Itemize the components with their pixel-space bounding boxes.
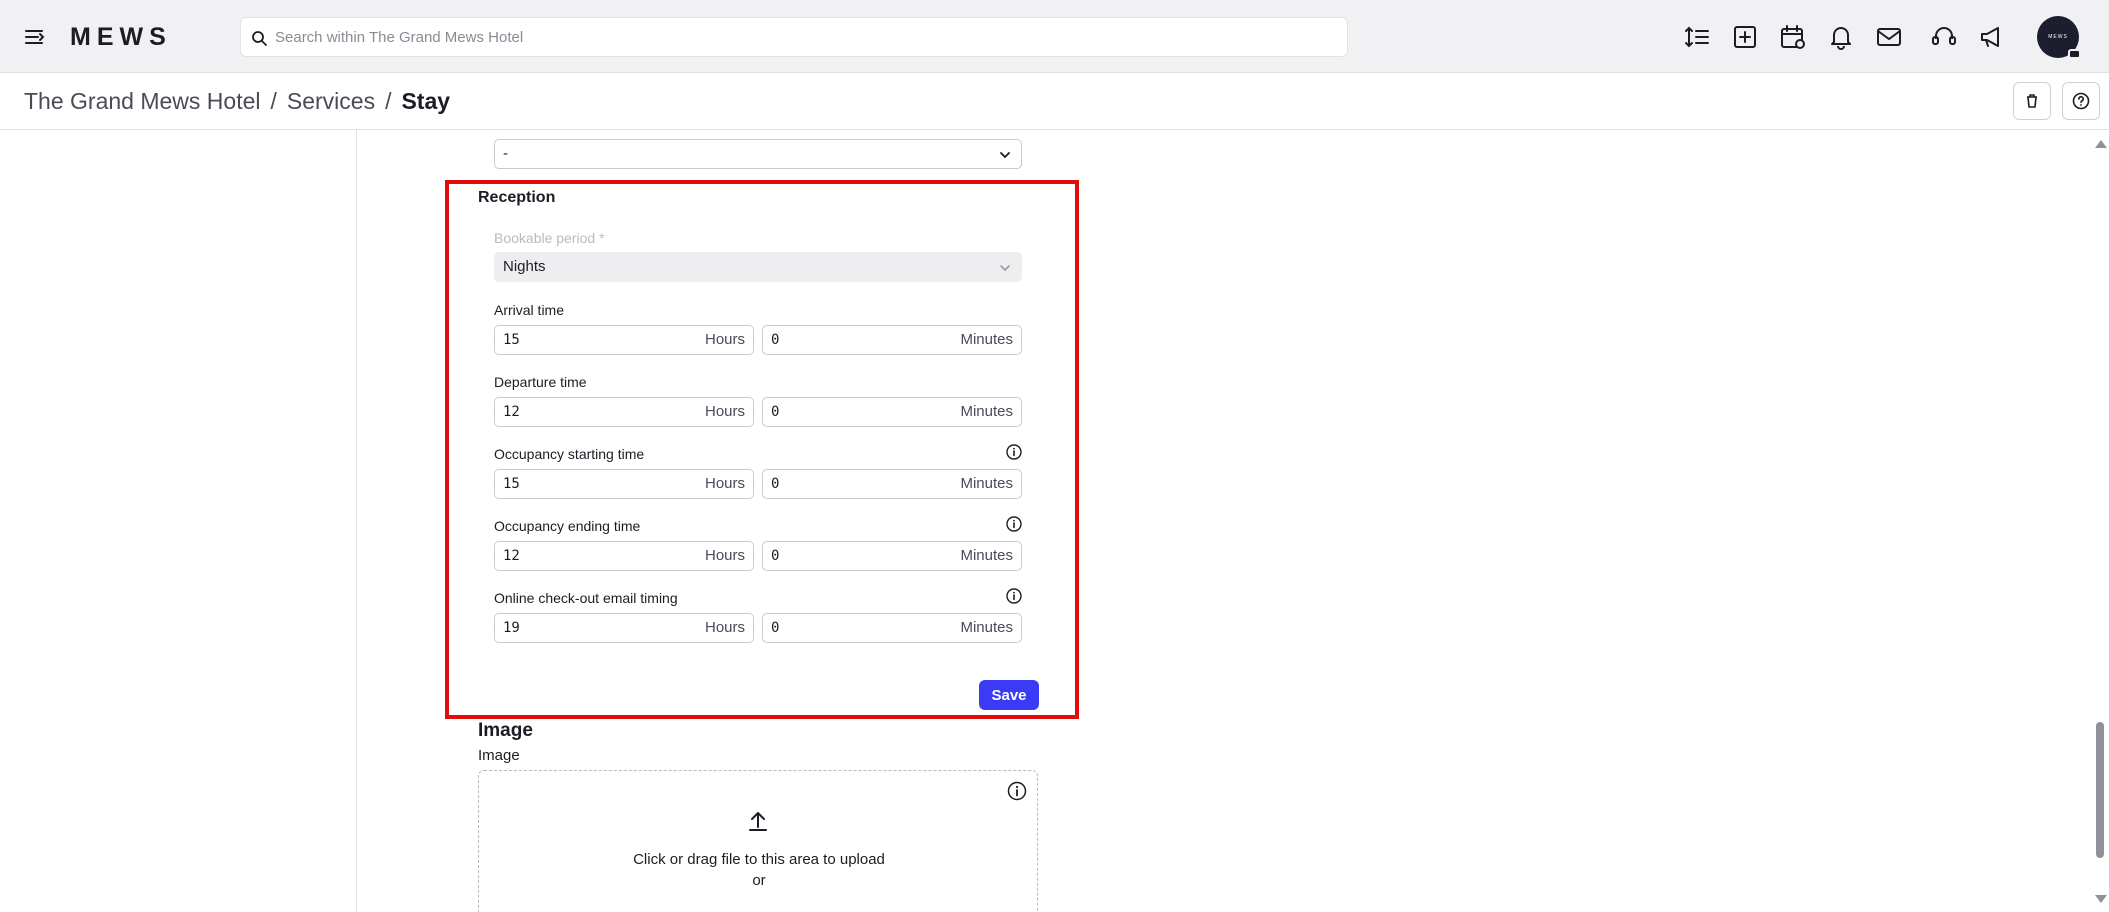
minutes-unit: Minutes (960, 403, 1013, 420)
hours-unit: Hours (704, 403, 745, 420)
checkout-email-minutes-input[interactable] (771, 614, 951, 642)
hours-unit: Hours (704, 331, 745, 348)
checkout-email-minutes-field[interactable]: Minutes (762, 613, 1022, 643)
arrival-hours-input[interactable] (503, 326, 683, 354)
breadcrumb: The Grand Mews Hotel / Services / Stay (24, 87, 450, 115)
user-avatar[interactable]: MEWS (2037, 16, 2081, 59)
dropzone-text: Click or drag file to this area to uploa… (633, 851, 885, 868)
arrival-hours-field[interactable]: Hours (494, 325, 754, 355)
occupancy-end-hours-input[interactable] (503, 542, 683, 570)
save-button[interactable]: Save (979, 680, 1039, 710)
info-icon[interactable] (1007, 781, 1027, 801)
arrival-time-label: Arrival time (494, 302, 565, 318)
image-field-label: Image (478, 747, 520, 764)
megaphone-icon[interactable] (1978, 23, 2006, 51)
search-input[interactable] (275, 18, 1335, 56)
main-content: - Reception Bookable period * Nights Arr… (0, 130, 2109, 912)
bookable-period-select: Nights (494, 252, 1022, 282)
add-icon[interactable] (1731, 23, 1759, 51)
departure-hours-input[interactable] (503, 398, 683, 426)
dropzone-or-text: or (752, 872, 766, 889)
upload-icon (749, 812, 767, 831)
departure-minutes-input[interactable] (771, 398, 951, 426)
minutes-unit: Minutes (960, 475, 1013, 492)
status-dot (2068, 49, 2081, 59)
occupancy-start-hours-input[interactable] (503, 470, 683, 498)
left-panel (0, 130, 357, 912)
avatar-text: MEWS (2048, 34, 2068, 40)
occupancy-end-hours-field[interactable]: Hours (494, 541, 754, 571)
arrival-minutes-input[interactable] (771, 326, 951, 354)
category-select-value: - (503, 145, 508, 162)
info-icon[interactable] (1006, 588, 1022, 604)
line-height-icon[interactable] (1683, 23, 1711, 51)
menu-icon[interactable] (24, 26, 46, 48)
trash-icon (2027, 94, 2037, 108)
scroll-thumb[interactable] (2096, 722, 2104, 858)
search-icon (252, 31, 267, 46)
hours-unit: Hours (704, 547, 745, 564)
reception-title: Reception (478, 189, 556, 206)
page-title: Stay (401, 88, 451, 114)
help-icon (2072, 92, 2090, 110)
search-bar[interactable] (240, 17, 1348, 57)
breadcrumb-hotel[interactable]: The Grand Mews Hotel (24, 88, 260, 114)
scroll-up-arrow[interactable] (2095, 140, 2107, 148)
info-icon[interactable] (1006, 444, 1022, 460)
bell-icon[interactable] (1827, 23, 1855, 51)
scroll-down-arrow[interactable] (2095, 895, 2107, 903)
occupancy-start-label: Occupancy starting time (494, 446, 645, 462)
chevron-down-icon (1000, 152, 1010, 159)
breadcrumb-services[interactable]: Services (287, 88, 375, 114)
checkout-email-hours-field[interactable]: Hours (494, 613, 754, 643)
top-bar: MEWS MEWS (0, 0, 2109, 73)
departure-time-label: Departure time (494, 374, 587, 390)
arrival-minutes-field[interactable]: Minutes (762, 325, 1022, 355)
page-header: The Grand Mews Hotel / Services / Stay (0, 73, 2109, 130)
checkout-email-hours-input[interactable] (503, 614, 683, 642)
chevron-down-icon (1000, 265, 1010, 272)
occupancy-end-minutes-input[interactable] (771, 542, 951, 570)
calendar-icon[interactable] (1779, 23, 1807, 51)
bookable-period-label: Bookable period * (494, 230, 605, 246)
minutes-unit: Minutes (960, 331, 1013, 348)
occupancy-end-label: Occupancy ending time (494, 518, 641, 534)
breadcrumb-separator: / (385, 88, 392, 114)
support-icon[interactable] (1930, 23, 1958, 51)
mail-icon[interactable] (1875, 23, 1903, 51)
mews-logo[interactable]: MEWS (70, 20, 172, 54)
occupancy-end-minutes-field[interactable]: Minutes (762, 541, 1022, 571)
departure-minutes-field[interactable]: Minutes (762, 397, 1022, 427)
category-select[interactable]: - (494, 139, 1022, 169)
bookable-period-value: Nights (503, 258, 546, 275)
help-button[interactable] (2062, 82, 2100, 120)
departure-hours-field[interactable]: Hours (494, 397, 754, 427)
occupancy-start-minutes-input[interactable] (771, 470, 951, 498)
hours-unit: Hours (704, 619, 745, 636)
vertical-scrollbar[interactable] (2091, 130, 2109, 912)
breadcrumb-separator: / (270, 88, 277, 114)
occupancy-start-minutes-field[interactable]: Minutes (762, 469, 1022, 499)
image-upload-dropzone[interactable]: Click or drag file to this area to uploa… (478, 770, 1038, 912)
minutes-unit: Minutes (960, 619, 1013, 636)
image-section-title: Image (478, 720, 533, 741)
minutes-unit: Minutes (960, 547, 1013, 564)
hours-unit: Hours (704, 475, 745, 492)
checkout-email-label: Online check-out email timing (494, 590, 678, 606)
delete-button[interactable] (2013, 82, 2051, 120)
info-icon[interactable] (1006, 516, 1022, 532)
occupancy-start-hours-field[interactable]: Hours (494, 469, 754, 499)
